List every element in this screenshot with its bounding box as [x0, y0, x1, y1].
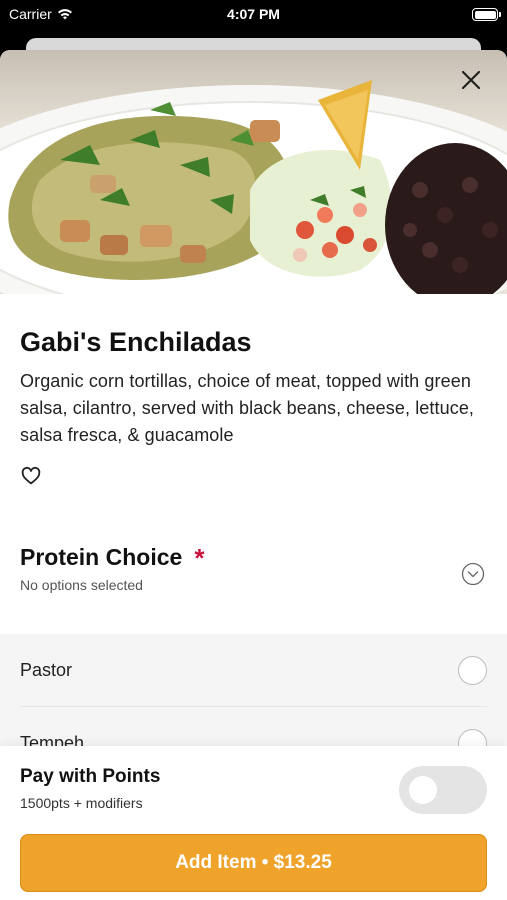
item-title: Gabi's Enchiladas — [20, 327, 252, 357]
battery-icon — [472, 8, 501, 21]
enchiladas-photo-illustration — [0, 80, 507, 294]
clock: 4:07 PM — [227, 6, 280, 22]
points-cost: 1500pts + modifiers — [20, 795, 143, 811]
toggle-knob — [409, 776, 437, 804]
pay-with-points-label: Pay with Points — [20, 766, 161, 787]
heart-icon[interactable] — [20, 465, 42, 487]
close-icon — [461, 70, 481, 90]
item-photo — [0, 50, 507, 294]
item-info: Gabi's Enchiladas Organic corn tortillas… — [0, 294, 507, 487]
add-item-button[interactable]: Add Item • $13.25 — [20, 834, 487, 892]
option-radio[interactable] — [458, 656, 487, 685]
modifier-group-header[interactable]: Protein Choice * No options selected — [0, 544, 507, 634]
modifier-group-title-row: Protein Choice * — [20, 544, 487, 571]
status-bar: Carrier 4:07 PM — [0, 0, 507, 30]
option-label: Pastor — [20, 659, 73, 680]
item-detail-sheet: Gabi's Enchiladas Organic corn tortillas… — [0, 50, 507, 900]
close-button[interactable] — [461, 70, 489, 98]
chevron-down-icon[interactable] — [461, 562, 485, 586]
modifier-group-subtitle: No options selected — [20, 577, 143, 593]
checkout-footer: Pay with Points 1500pts + modifiers Add … — [0, 746, 507, 900]
modifier-group-title: Protein Choice — [20, 544, 183, 570]
option-row-pastor[interactable]: Pastor — [20, 634, 487, 707]
item-description: Organic corn tortillas, choice of meat, … — [20, 371, 475, 445]
pay-with-points-toggle[interactable] — [399, 766, 487, 814]
required-indicator: * — [194, 542, 205, 573]
